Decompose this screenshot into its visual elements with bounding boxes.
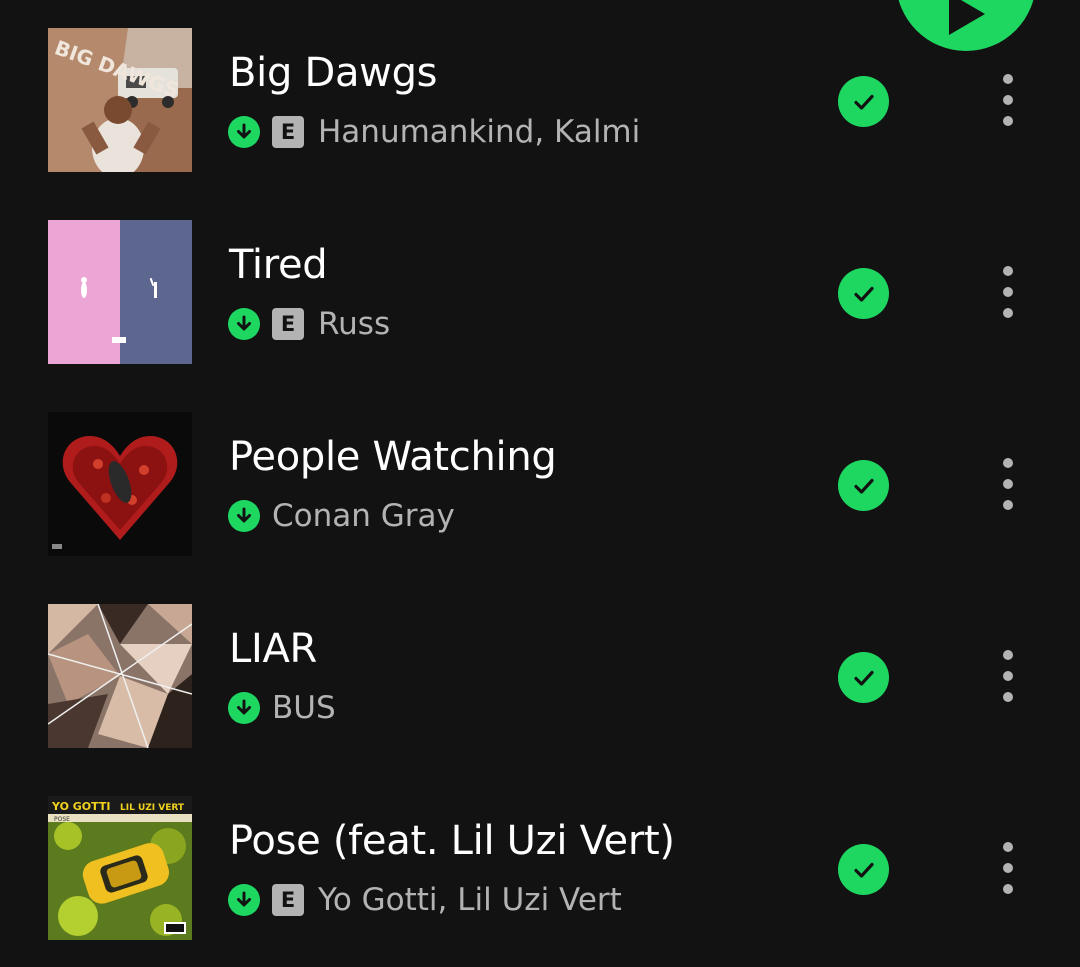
- track-artists: BUS: [272, 690, 336, 726]
- track-row[interactable]: People Watching Conan Gray: [0, 412, 1080, 556]
- track-row[interactable]: BIG DAWGS Big Dawgs E Hanumankind, Kalmi: [0, 28, 1080, 172]
- more-vertical-icon: [1003, 458, 1013, 468]
- more-options-button[interactable]: [990, 72, 1026, 128]
- more-vertical-icon: [1003, 95, 1013, 105]
- track-title: Pose (feat. Lil Uzi Vert): [229, 818, 675, 864]
- download-arrow-icon: [228, 500, 260, 532]
- track-title: Tired: [229, 242, 328, 288]
- more-vertical-icon: [1003, 479, 1013, 489]
- more-vertical-icon: [1003, 116, 1013, 126]
- track-artists: Yo Gotti, Lil Uzi Vert: [318, 882, 622, 918]
- more-vertical-icon: [1003, 671, 1013, 681]
- more-vertical-icon: [1003, 692, 1013, 702]
- more-options-button[interactable]: [990, 648, 1026, 704]
- liked-checkmark-icon[interactable]: [838, 652, 889, 703]
- more-options-button[interactable]: [990, 456, 1026, 512]
- liked-checkmark-icon[interactable]: [838, 844, 889, 895]
- more-options-button[interactable]: [990, 840, 1026, 896]
- track-meta: E Yo Gotti, Lil Uzi Vert: [228, 882, 622, 918]
- download-arrow-icon: [228, 692, 260, 724]
- track-title: LIAR: [229, 626, 318, 672]
- track-meta: Conan Gray: [228, 498, 455, 534]
- track-row[interactable]: Tired E Russ: [0, 220, 1080, 364]
- liked-checkmark-icon[interactable]: [838, 76, 889, 127]
- album-art: BIG DAWGS: [48, 28, 192, 172]
- track-meta: BUS: [228, 690, 336, 726]
- album-art-text: YO GOTTI: [51, 800, 111, 813]
- liked-checkmark-icon[interactable]: [838, 460, 889, 511]
- more-vertical-icon: [1003, 650, 1013, 660]
- explicit-badge: E: [272, 116, 304, 148]
- more-options-button[interactable]: [990, 264, 1026, 320]
- download-arrow-icon: [228, 308, 260, 340]
- explicit-badge: E: [272, 884, 304, 916]
- track-meta: E Russ: [228, 306, 390, 342]
- more-vertical-icon: [1003, 74, 1013, 84]
- track-row[interactable]: LIAR BUS: [0, 604, 1080, 748]
- album-art: [48, 604, 192, 748]
- explicit-badge: E: [272, 308, 304, 340]
- download-arrow-icon: [228, 116, 260, 148]
- track-artists: Conan Gray: [272, 498, 455, 534]
- album-art: [48, 412, 192, 556]
- liked-checkmark-icon[interactable]: [838, 268, 889, 319]
- more-vertical-icon: [1003, 842, 1013, 852]
- album-art: [48, 220, 192, 364]
- track-row[interactable]: YO GOTTI LIL UZI VERT POSE Pose (feat. L…: [0, 796, 1080, 940]
- more-vertical-icon: [1003, 500, 1013, 510]
- album-art: YO GOTTI LIL UZI VERT POSE: [48, 796, 192, 940]
- track-artists: Hanumankind, Kalmi: [318, 114, 641, 150]
- track-list-screen: BIG DAWGS Big Dawgs E Hanumankind, Kalmi: [0, 0, 1080, 967]
- more-vertical-icon: [1003, 287, 1013, 297]
- album-art-text: POSE: [54, 816, 70, 823]
- more-vertical-icon: [1003, 863, 1013, 873]
- track-artists: Russ: [318, 306, 391, 342]
- track-meta: E Hanumankind, Kalmi: [228, 114, 640, 150]
- track-title: Big Dawgs: [229, 50, 438, 96]
- more-vertical-icon: [1003, 884, 1013, 894]
- track-title: People Watching: [229, 434, 557, 480]
- album-art-text: LIL UZI VERT: [120, 803, 185, 813]
- download-arrow-icon: [228, 884, 260, 916]
- more-vertical-icon: [1003, 308, 1013, 318]
- more-vertical-icon: [1003, 266, 1013, 276]
